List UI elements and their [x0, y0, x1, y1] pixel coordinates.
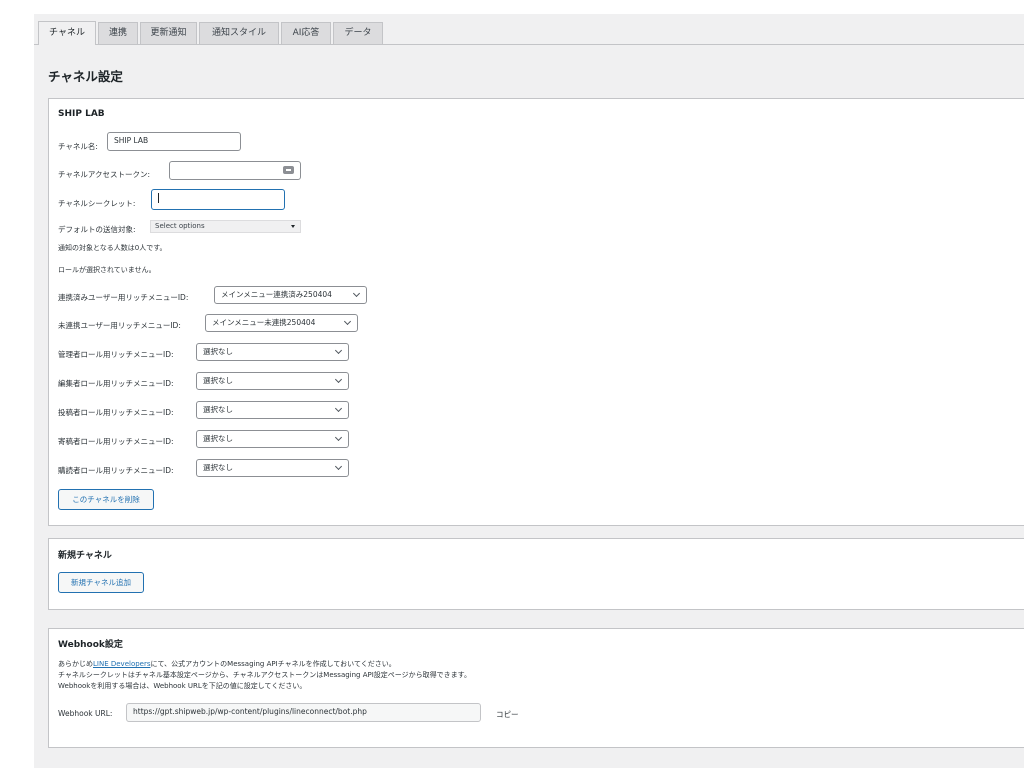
menu-select-editor[interactable]: 選択なし: [196, 372, 349, 390]
channel-name-input[interactable]: SHIP LAB: [107, 132, 241, 151]
text-caret: [158, 193, 159, 203]
tab-ai-response[interactable]: AI応答: [281, 22, 331, 44]
chevron-down-icon: [334, 346, 343, 355]
menu-label-admin: 管理者ロール用リッチメニューID:: [58, 350, 174, 359]
webhook-info-line1: あらかじめLINE Developersにて、公式アカウントのMessaging…: [58, 659, 396, 670]
tab-notice-style[interactable]: 通知スタイル: [199, 22, 279, 44]
copy-button[interactable]: コピー: [496, 709, 519, 720]
role-none-text: ロールが選択されていません。: [58, 266, 156, 274]
add-channel-button[interactable]: 新規チャネル追加: [58, 572, 144, 593]
settings-page: チャネル 連携 更新通知 通知スタイル AI応答 データ チャネル設定 SHIP…: [34, 14, 1024, 768]
channel-secret-input[interactable]: [151, 189, 285, 210]
tab-channel[interactable]: チャネル: [38, 21, 96, 45]
menu-select-admin[interactable]: 選択なし: [196, 343, 349, 361]
menu-value-author: 選択なし: [203, 405, 233, 414]
new-channel-title: 新規チャネル: [58, 551, 112, 561]
delete-channel-button[interactable]: このチャネルを削除: [58, 489, 154, 510]
menu-label-author: 投稿者ロール用リッチメニューID:: [58, 408, 174, 417]
tab-update-notice[interactable]: 更新通知: [140, 22, 197, 44]
access-token-input[interactable]: [169, 161, 301, 180]
default-target-label: デフォルトの送信対象:: [58, 225, 136, 234]
menu-value-linked: メインメニュー連携済み250404: [221, 290, 332, 299]
webhook-info-post: にて、公式アカウントのMessaging APIチャネルを作成しておいてください…: [150, 660, 396, 668]
webhook-url-label: Webhook URL:: [58, 709, 113, 718]
webhook-url-field[interactable]: https://gpt.shipweb.jp/wp-content/plugin…: [126, 703, 481, 722]
default-target-value: Select options: [155, 222, 205, 230]
webhook-panel: Webhook設定 あらかじめLINE Developersにて、公式アカウント…: [48, 628, 1024, 748]
webhook-info-line2: チャネルシークレットはチャネル基本設定ページから、チャネルアクセストークンはMe…: [58, 671, 471, 679]
caret-down-icon: [291, 225, 295, 228]
menu-select-unlinked[interactable]: メインメニュー未連携250404: [205, 314, 358, 332]
menu-select-linked[interactable]: メインメニュー連携済み250404: [214, 286, 367, 304]
menu-label-contributor: 寄稿者ロール用リッチメニューID:: [58, 437, 174, 446]
menu-value-unlinked: メインメニュー未連携250404: [212, 318, 316, 327]
menu-value-editor: 選択なし: [203, 376, 233, 385]
webhook-info-pre: あらかじめ: [58, 660, 93, 668]
line-developers-link[interactable]: LINE Developers: [93, 660, 151, 668]
menu-label-linked: 連携済みユーザー用リッチメニューID:: [58, 293, 189, 302]
menu-label-unlinked: 未連携ユーザー用リッチメニューID:: [58, 321, 181, 330]
menu-value-subscriber: 選択なし: [203, 463, 233, 472]
chevron-down-icon: [334, 462, 343, 471]
page-title: チャネル設定: [48, 69, 123, 84]
tab-data[interactable]: データ: [333, 22, 383, 44]
webhook-info-line3: Webhookを利用する場合は、Webhook URLを下記の値に設定してくださ…: [58, 682, 307, 690]
channel-panel: SHIP LAB チャネル名: SHIP LAB チャネルアクセストークン: チ…: [48, 98, 1024, 526]
tab-link[interactable]: 連携: [98, 22, 138, 44]
chevron-down-icon: [334, 375, 343, 384]
menu-label-subscriber: 購読者ロール用リッチメニューID:: [58, 466, 174, 475]
default-target-select[interactable]: Select options: [150, 220, 301, 233]
menu-value-admin: 選択なし: [203, 347, 233, 356]
chevron-down-icon: [334, 404, 343, 413]
target-count-text: 通知の対象となる人数は0人です。: [58, 244, 167, 252]
webhook-title: Webhook設定: [58, 640, 123, 650]
channel-title: SHIP LAB: [58, 109, 105, 119]
menu-select-subscriber[interactable]: 選択なし: [196, 459, 349, 477]
tab-bar: チャネル 連携 更新通知 通知スタイル AI応答 データ: [34, 14, 1024, 45]
menu-label-editor: 編集者ロール用リッチメニューID:: [58, 379, 174, 388]
new-channel-panel: 新規チャネル 新規チャネル追加: [48, 538, 1024, 610]
chevron-down-icon: [334, 433, 343, 442]
channel-secret-label: チャネルシークレット:: [58, 199, 136, 208]
channel-name-label: チャネル名:: [58, 142, 98, 151]
keyboard-icon[interactable]: [283, 166, 294, 174]
menu-value-contributor: 選択なし: [203, 434, 233, 443]
access-token-label: チャネルアクセストークン:: [58, 170, 151, 179]
chevron-down-icon: [343, 317, 352, 326]
menu-select-contributor[interactable]: 選択なし: [196, 430, 349, 448]
chevron-down-icon: [352, 289, 361, 298]
menu-select-author[interactable]: 選択なし: [196, 401, 349, 419]
